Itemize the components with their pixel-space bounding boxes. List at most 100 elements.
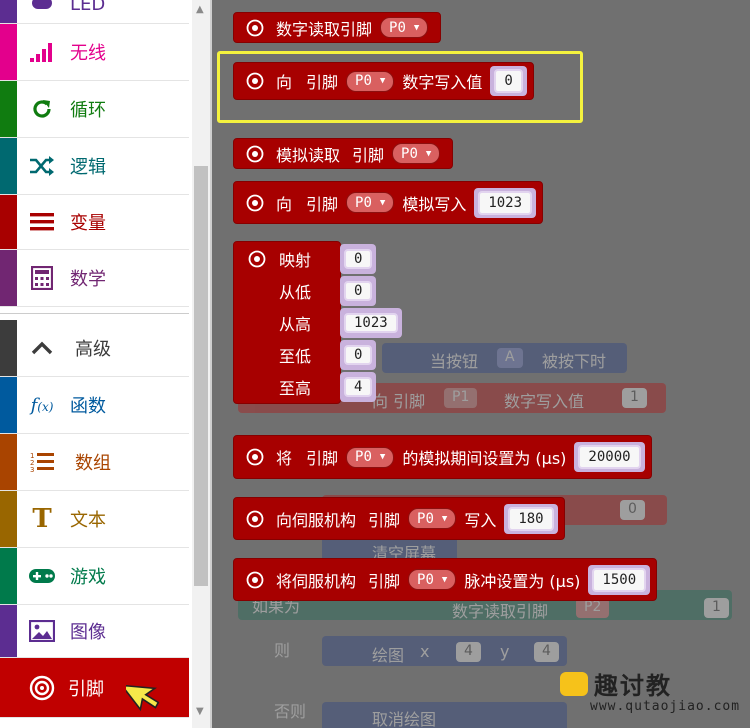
value-slot: 0: [340, 340, 377, 370]
category-color-bar: [0, 491, 17, 547]
dropdown-caret-icon: ▼: [441, 513, 448, 524]
chevron-up-icon: [28, 320, 56, 376]
map-from-low-input[interactable]: 0: [344, 281, 373, 301]
category-color-bar: [0, 24, 17, 80]
value-input[interactable]: 1023: [478, 190, 533, 215]
map-block[interactable]: 映射 0 从低 0 从高 1023 至低 0 至高 4: [233, 241, 402, 404]
category-color-bar: [0, 250, 17, 306]
category-logic[interactable]: 逻辑: [0, 138, 189, 195]
category-label: 游戏: [70, 567, 106, 588]
category-text[interactable]: T 文本: [0, 491, 189, 548]
block-label-pin: 引脚: [352, 145, 385, 165]
block-label: 将伺服机构: [276, 571, 357, 591]
led-icon: [28, 0, 56, 23]
analog-set-period-block[interactable]: 将 引脚 P0 ▼ 的模拟期间设置为 (µs) 20000: [233, 435, 652, 479]
value-input[interactable]: 20000: [578, 445, 641, 469]
dropdown-caret-icon: ▼: [413, 22, 420, 33]
pin-target-icon: [246, 194, 264, 211]
pin-dropdown[interactable]: P0 ▼: [380, 17, 429, 38]
pin-dropdown[interactable]: P0 ▼: [408, 508, 457, 529]
category-game[interactable]: 游戏: [0, 548, 189, 605]
value-input[interactable]: 180: [508, 506, 554, 531]
map-value-input[interactable]: 0: [344, 249, 373, 269]
ghost-button-dropdown: A: [497, 348, 523, 368]
pin-target-icon: [246, 510, 264, 527]
map-from-high-input[interactable]: 1023: [344, 313, 398, 333]
analog-read-pin-block[interactable]: 模拟读取 引脚 P0 ▼: [233, 138, 454, 169]
map-to-high-input[interactable]: 4: [344, 377, 373, 397]
toolbox-scrollbar[interactable]: ▲ ▼: [192, 0, 210, 728]
ghost-read-value: 1: [704, 598, 729, 618]
servo-set-pulse-block[interactable]: 将伺服机构 引脚 P0 ▼ 脉冲设置为 (µs) 1500: [233, 558, 658, 601]
category-functions[interactable]: f(x) 函数: [0, 377, 189, 434]
pin-dropdown[interactable]: P0 ▼: [346, 192, 395, 213]
pin-value: P0: [417, 510, 434, 527]
watermark-brand: 趣讨教: [594, 672, 672, 700]
category-toolbox: LED 无线 循环 逻辑 变量 数学 高级 f(x) 函数 1 2 3 数组 T…: [0, 0, 192, 728]
servo-write-block[interactable]: 向伺服机构 引脚 P0 ▼ 写入 180: [233, 497, 565, 540]
map-row: 至高 4: [234, 372, 384, 402]
category-advanced[interactable]: 高级: [0, 320, 189, 377]
category-color-bar: [0, 138, 17, 194]
category-led[interactable]: LED: [0, 0, 189, 24]
analog-write-pin-block[interactable]: 向 引脚 P0 ▼ 模拟写入 1023: [233, 181, 544, 224]
svg-text:3: 3: [30, 466, 34, 474]
block-label-value: 脉冲设置为 (µs): [464, 571, 581, 591]
category-pins[interactable]: 引脚: [0, 658, 189, 718]
mascot-icon: [560, 672, 588, 696]
scrollbar-thumb[interactable]: [194, 166, 208, 586]
pin-value: P0: [401, 145, 418, 162]
category-variables[interactable]: 变量: [0, 195, 189, 250]
pin-dropdown[interactable]: P0 ▼: [392, 143, 441, 164]
dropdown-caret-icon: ▼: [441, 574, 448, 585]
ghost-write-value: 1: [622, 388, 647, 408]
pin-target-icon: [246, 448, 264, 466]
pin-value: P0: [355, 194, 372, 211]
block-label-value: 模拟写入: [402, 194, 467, 214]
value-slot: 180: [504, 503, 558, 534]
pin-dropdown[interactable]: P0 ▼: [408, 569, 457, 590]
ghost-write-pin: P1: [444, 388, 478, 408]
category-loops[interactable]: 循环: [0, 81, 189, 138]
block-label: 数字读取引脚: [276, 19, 373, 39]
dropdown-caret-icon: ▼: [379, 197, 386, 208]
dropdown-caret-icon: ▼: [379, 452, 386, 462]
category-label: 数组: [75, 453, 111, 474]
map-to-low-input[interactable]: 0: [344, 345, 373, 365]
category-color-bar: [0, 605, 17, 657]
block-label-value: 写入: [464, 510, 497, 530]
map-to-low-label: 至低: [279, 347, 312, 366]
block-label: 向伺服机构: [276, 510, 357, 530]
category-label: 图像: [70, 622, 106, 643]
category-label: 高级: [75, 339, 111, 360]
scroll-down-arrow-icon[interactable]: ▼: [196, 706, 204, 717]
category-label: 循环: [70, 100, 106, 121]
pin-dropdown[interactable]: P0 ▼: [346, 446, 395, 468]
category-images[interactable]: 图像: [0, 605, 189, 658]
list-lines-icon: [28, 195, 56, 249]
digital-read-pin-block[interactable]: 数字读取引脚 P0 ▼: [233, 12, 442, 43]
ghost-else-label: 否则: [274, 702, 307, 721]
category-arrays[interactable]: 123 数组: [0, 434, 189, 491]
map-from-low-label: 从低: [279, 283, 312, 302]
value-slot: 0: [340, 276, 377, 306]
toolbox-separator: [0, 313, 189, 314]
watermark-logo: 趣讨教 www.qutaojiao.com: [560, 666, 748, 722]
mouse-cursor-icon: [120, 674, 160, 718]
value-input[interactable]: 1500: [592, 567, 647, 592]
ghost-then-label: 则: [274, 641, 291, 660]
category-radio[interactable]: 无线: [0, 24, 189, 81]
map-row: 映射 0: [234, 244, 384, 274]
ghost-write-value-label: 数字写入值: [504, 392, 585, 411]
category-color-bar: [0, 320, 17, 376]
value-slot: 0: [340, 244, 377, 274]
pin-value: P0: [389, 19, 406, 36]
category-math[interactable]: 数学: [0, 250, 189, 307]
calculator-icon: [28, 250, 56, 306]
value-slot: 1023: [474, 187, 537, 218]
block-label: 模拟读取: [276, 145, 341, 165]
category-label: 变量: [70, 213, 106, 234]
scroll-up-arrow-icon[interactable]: ▲: [196, 4, 204, 15]
watermark-url: www.qutaojiao.com: [590, 699, 741, 714]
dropdown-caret-icon: ▼: [425, 148, 432, 159]
